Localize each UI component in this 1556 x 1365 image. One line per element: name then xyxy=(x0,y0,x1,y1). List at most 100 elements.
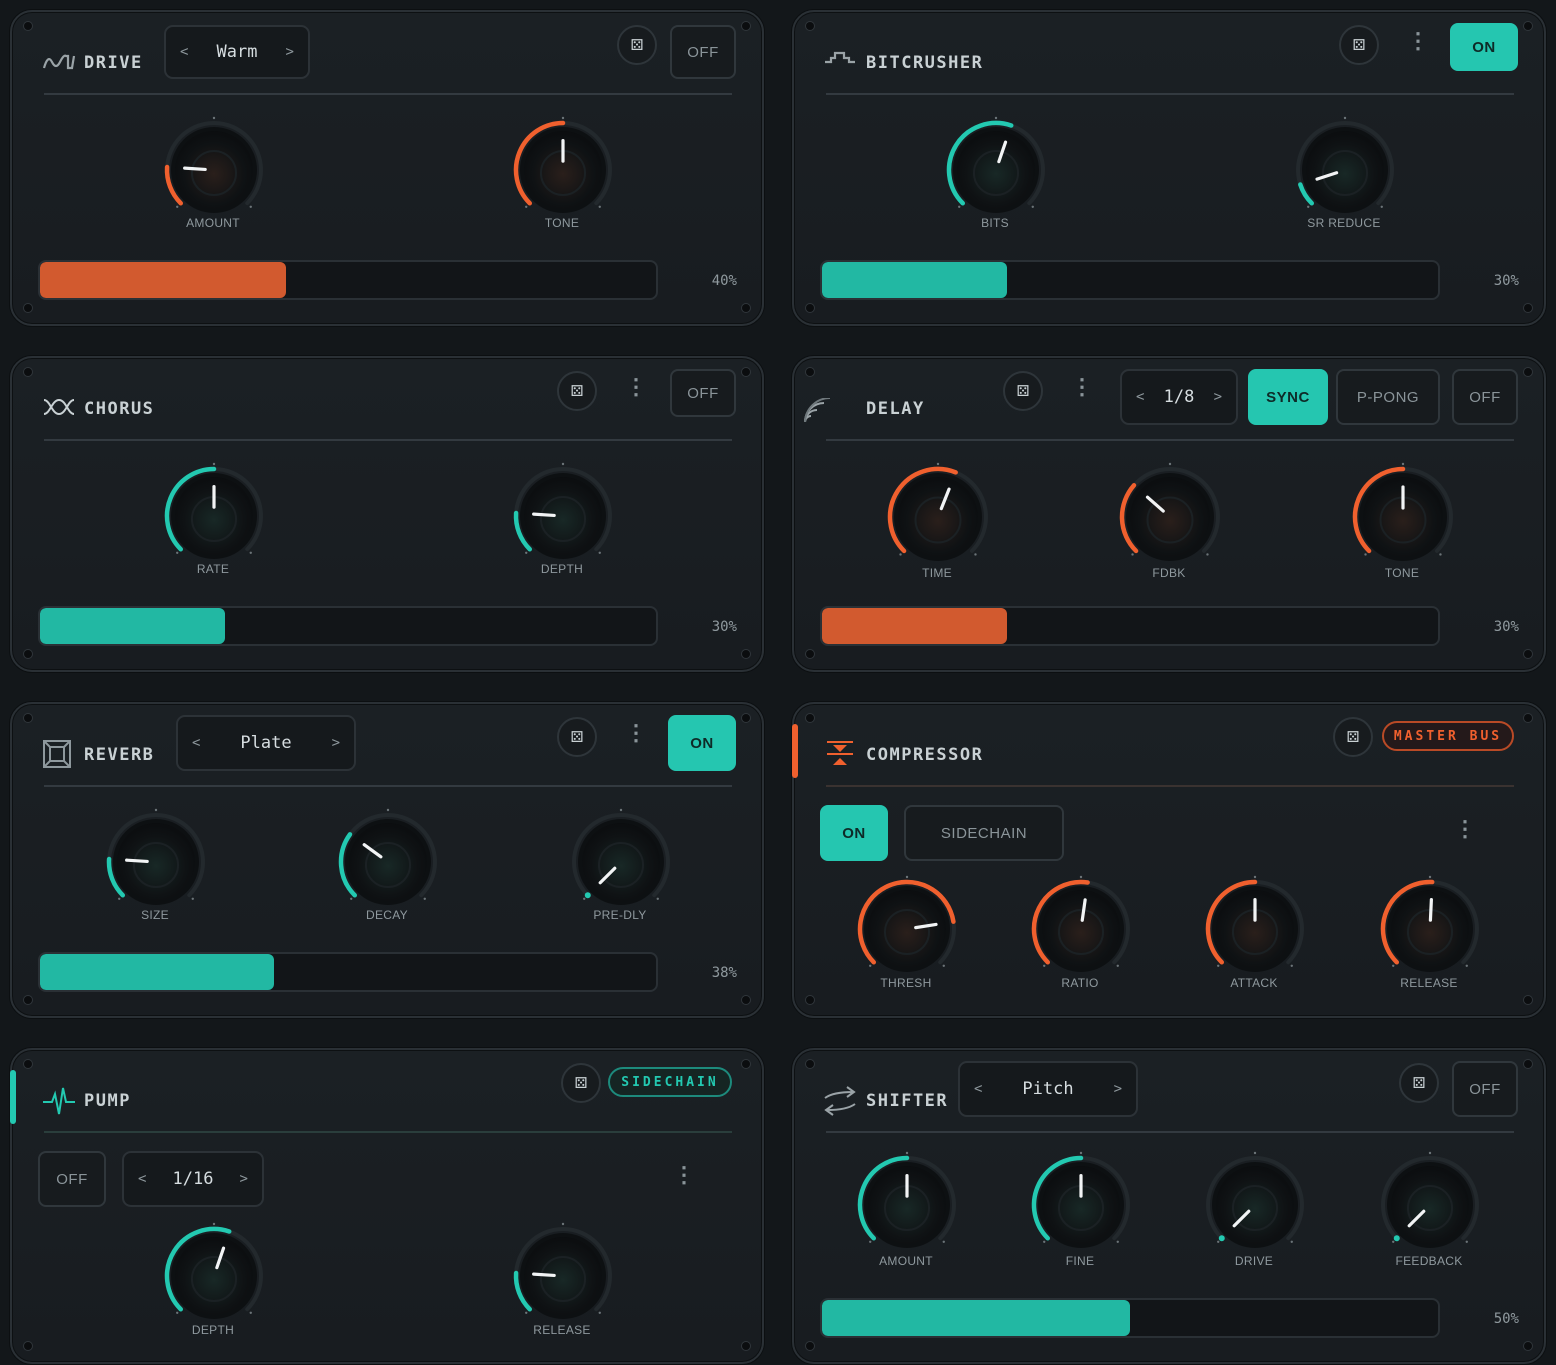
preset-next-button[interactable]: > xyxy=(332,735,340,751)
more-options-icon[interactable]: ⋮ xyxy=(673,1164,695,1186)
screw xyxy=(806,1342,814,1350)
bitcrusher-step-icon xyxy=(825,51,855,64)
mix-slider[interactable] xyxy=(38,952,658,992)
mix-fill xyxy=(822,262,1007,298)
shifter-panel: SHIFTER < Pitch > ⚄ OFF AMOUNT FINE DRIV… xyxy=(792,1048,1546,1364)
more-options-icon[interactable]: ⋮ xyxy=(625,376,647,398)
size-knob[interactable] xyxy=(102,807,210,913)
fine-knob[interactable] xyxy=(1027,1150,1135,1256)
division-next-button[interactable]: > xyxy=(1214,389,1222,405)
attack-knob[interactable] xyxy=(1201,874,1309,980)
more-options-icon[interactable]: ⋮ xyxy=(1454,818,1476,840)
panel-title: PUMP xyxy=(84,1091,131,1111)
mix-slider[interactable] xyxy=(38,260,658,300)
knob-label: FEEDBACK xyxy=(1395,1254,1463,1268)
division-prev-button[interactable]: < xyxy=(138,1171,146,1187)
preset-prev-button[interactable]: < xyxy=(974,1081,982,1097)
knob-label: SR REDUCE xyxy=(1307,216,1381,230)
mix-slider[interactable] xyxy=(38,606,658,646)
division-prev-button[interactable]: < xyxy=(1136,389,1144,405)
divider xyxy=(826,785,1514,787)
ratio-knob[interactable] xyxy=(1027,874,1135,980)
delay-panel: DELAY ⚄ ⋮ < 1/8 > SYNC P-PONG OFF TIME F… xyxy=(792,356,1546,672)
preset-selector[interactable]: < Warm > xyxy=(164,25,310,79)
power-toggle-button[interactable]: OFF xyxy=(670,25,736,79)
division-next-button[interactable]: > xyxy=(240,1171,248,1187)
preset-prev-button[interactable]: < xyxy=(192,735,200,751)
divider xyxy=(44,785,732,787)
screw xyxy=(742,1060,750,1068)
knob-label: FDBK xyxy=(1152,566,1186,580)
decay-knob[interactable] xyxy=(334,807,442,913)
ping-pong-toggle-button[interactable]: P-PONG xyxy=(1336,369,1440,425)
drive-knob[interactable] xyxy=(1201,1150,1309,1256)
screw xyxy=(24,1342,32,1350)
knob-label: TIME xyxy=(922,566,952,580)
power-toggle-button[interactable]: ON xyxy=(1450,23,1518,71)
randomize-dice-icon[interactable]: ⚄ xyxy=(1003,371,1043,411)
screw xyxy=(1524,368,1532,376)
screw xyxy=(24,1060,32,1068)
sr-reduce-knob[interactable] xyxy=(1291,115,1399,221)
mix-slider[interactable] xyxy=(820,606,1440,646)
knob-label: ATTACK xyxy=(1230,976,1278,990)
preset-prev-button[interactable]: < xyxy=(180,44,188,60)
knob-label: AMOUNT xyxy=(186,216,240,230)
mix-slider[interactable] xyxy=(820,1298,1440,1338)
time-knob[interactable] xyxy=(880,461,996,569)
compressor-panel: COMPRESSOR ⚄ MASTER BUS ON SIDECHAIN ⋮ T… xyxy=(792,702,1546,1018)
depth-knob[interactable] xyxy=(509,461,617,567)
screw xyxy=(742,650,750,658)
preset-selector[interactable]: < Plate > xyxy=(176,715,356,771)
randomize-dice-icon[interactable]: ⚄ xyxy=(557,717,597,757)
tone-knob[interactable] xyxy=(509,115,617,221)
threshold-knob[interactable] xyxy=(853,874,961,980)
master-bus-tag[interactable]: MASTER BUS xyxy=(1382,721,1514,751)
pulse-icon xyxy=(43,1087,75,1115)
more-options-icon[interactable]: ⋮ xyxy=(625,722,647,744)
randomize-dice-icon[interactable]: ⚄ xyxy=(1333,717,1373,757)
preset-next-button[interactable]: > xyxy=(286,44,294,60)
division-value: 1/8 xyxy=(1163,387,1195,407)
amount-knob[interactable] xyxy=(160,115,268,221)
panel-title: SHIFTER xyxy=(866,1091,949,1111)
power-toggle-button[interactable]: OFF xyxy=(1452,1061,1518,1117)
mix-value: 40% xyxy=(711,273,737,289)
sync-toggle-button[interactable]: SYNC xyxy=(1248,369,1328,425)
division-selector[interactable]: < 1/16 > xyxy=(122,1151,264,1207)
power-toggle-button[interactable]: ON xyxy=(668,715,736,771)
release-knob[interactable] xyxy=(509,1221,617,1327)
power-toggle-button[interactable]: OFF xyxy=(38,1151,106,1207)
power-toggle-button[interactable]: OFF xyxy=(670,369,736,417)
mix-slider[interactable] xyxy=(820,260,1440,300)
more-options-icon[interactable]: ⋮ xyxy=(1071,376,1093,398)
pre-delay-knob[interactable] xyxy=(567,807,675,913)
screw xyxy=(742,714,750,722)
feedback-knob[interactable] xyxy=(1112,461,1228,569)
reverb-room-icon xyxy=(43,740,71,768)
rate-knob[interactable] xyxy=(160,461,268,567)
preset-next-button[interactable]: > xyxy=(1114,1081,1122,1097)
screw xyxy=(1524,1342,1532,1350)
release-knob[interactable] xyxy=(1376,874,1484,980)
randomize-dice-icon[interactable]: ⚄ xyxy=(617,25,657,65)
tone-knob[interactable] xyxy=(1345,461,1461,569)
active-indicator xyxy=(10,1070,16,1124)
amount-knob[interactable] xyxy=(853,1150,961,1256)
screw xyxy=(742,368,750,376)
more-options-icon[interactable]: ⋮ xyxy=(1407,30,1429,52)
randomize-dice-icon[interactable]: ⚄ xyxy=(561,1063,601,1103)
preset-selector[interactable]: < Pitch > xyxy=(958,1061,1138,1117)
feedback-knob[interactable] xyxy=(1376,1150,1484,1256)
screw xyxy=(742,1342,750,1350)
bits-knob[interactable] xyxy=(942,115,1050,221)
power-toggle-button[interactable]: ON xyxy=(820,805,888,861)
randomize-dice-icon[interactable]: ⚄ xyxy=(557,371,597,411)
depth-knob[interactable] xyxy=(160,1221,268,1327)
randomize-dice-icon[interactable]: ⚄ xyxy=(1339,25,1379,65)
randomize-dice-icon[interactable]: ⚄ xyxy=(1399,1063,1439,1103)
sidechain-tag[interactable]: SIDECHAIN xyxy=(608,1067,732,1097)
division-selector[interactable]: < 1/8 > xyxy=(1120,369,1238,425)
sidechain-toggle-button[interactable]: SIDECHAIN xyxy=(904,805,1064,861)
power-toggle-button[interactable]: OFF xyxy=(1452,369,1518,425)
